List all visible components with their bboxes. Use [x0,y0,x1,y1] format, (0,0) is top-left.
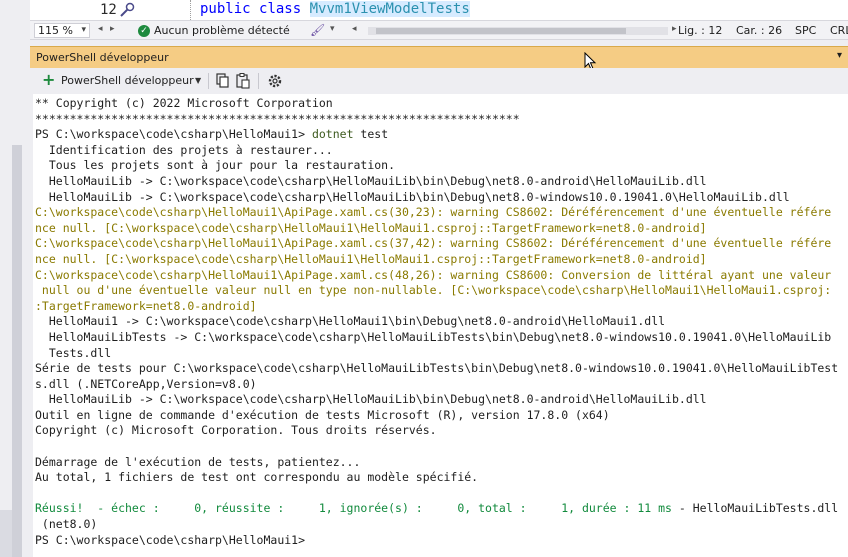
dropdown-pin-icon[interactable]: ▾ [837,50,842,61]
chevron-down-icon: ▾ [81,25,86,35]
terminal-line: PS C:\workspace\code\csharp\HelloMaui1> [35,532,306,547]
terminal-line: nce null. [C:\workspace\code\csharp\Hell… [35,251,707,266]
new-shell-button[interactable]: PowerShell développeur [61,74,194,87]
code-cleanup-icon[interactable]: 🖌 [310,23,325,37]
terminal-line: Tests.dll [35,345,112,360]
line-ending-indicator[interactable]: CRLF [830,24,848,37]
terminal-command-args: test [353,127,389,142]
terminal-line: (net8.0) [35,517,98,532]
terminal-line: C:\workspace\code\csharp\HelloMaui1\ApiP… [35,236,832,251]
chevron-down-icon[interactable]: ▾ [330,24,335,34]
terminal-line: HelloMauiLibTests -> C:\workspace\code\c… [35,329,832,344]
problems-status-text: Aucun problème détecté [154,24,290,37]
terminal-line: HelloMaui1 -> C:\workspace\code\csharp\H… [35,314,666,329]
terminal-prompt: PS C:\workspace\code\csharp\HelloMaui1> [35,127,312,142]
code-text[interactable]: public class Mvvm1ViewModelTests [200,1,470,17]
paste-icon[interactable] [234,72,252,90]
terminal-lines: ** Copyright (c) 2022 Microsoft Corporat… [35,96,838,548]
terminal-line: HelloMauiLib -> C:\workspace\code\csharp… [35,189,790,204]
chevron-down-icon[interactable]: ▼ [195,76,201,85]
horizontal-scrollbar[interactable] [368,27,668,35]
class-name[interactable]: Mvvm1ViewModelTests [309,1,470,17]
tool-window-title-bar[interactable]: PowerShell développeur ▾ [30,46,848,68]
terminal-output[interactable]: ** Copyright (c) 2022 Microsoft Corporat… [33,94,848,557]
terminal-line: Tous les projets sont à jour pour la res… [35,158,396,173]
terminal-line: ****************************************… [35,111,520,126]
terminal-line: Copyright (c) Microsoft Corporation. Tou… [35,423,437,438]
line-indicator[interactable]: Lig. : 12 [678,24,722,37]
terminal-line: HelloMauiLib -> C:\workspace\code\csharp… [35,173,707,188]
toolbar-separator [208,73,209,89]
terminal-line: HelloMauiLib -> C:\workspace\code\csharp… [35,392,707,407]
terminal-line: PS C:\workspace\code\csharp\HelloMaui1> … [35,127,838,143]
terminal-line: Outil en ligne de commande d'exécution d… [35,407,610,422]
problems-indicator[interactable]: ✓ Aucun problème détecté [138,24,290,37]
gear-icon[interactable] [266,72,284,90]
scrollbar-thumb[interactable] [376,28,626,34]
indent-guide [190,0,191,20]
terminal-line: C:\workspace\code\csharp\HelloMaui1\ApiP… [35,267,832,282]
arrow-right-icon[interactable]: ▸ [110,24,115,34]
terminal-line: null ou d'une éventuelle valeur null en … [35,283,832,298]
scroll-right-icon[interactable]: ▸ [672,24,677,34]
terminal-line: Démarrage de l'exécution de tests, patie… [35,454,361,469]
editor-status-bar: 115 % ▾ ◂ ▸ ✓ Aucun problème détecté 🖌 ▾… [30,20,848,40]
terminal-line: ** Copyright (c) 2022 Microsoft Corporat… [35,96,333,110]
whitespace-indicator[interactable]: SPC [795,24,816,37]
terminal-line: nce null. [C:\workspace\code\csharp\Hell… [35,220,707,235]
tool-window-title: PowerShell développeur [36,51,169,64]
terminal-line: Au total, 1 fichiers de test ont corresp… [35,470,479,485]
ide-left-gutter [0,0,30,557]
zoom-select[interactable]: 115 % ▾ [34,23,90,38]
terminal-line: s.dll (.NETCoreApp,Version=v8.0) [35,376,257,391]
side-scroll-strip[interactable] [12,145,22,557]
plus-icon[interactable]: + [42,71,55,89]
test-result-assembly: - HelloMauiLibTests.dll [671,501,839,516]
zoom-value: 115 % [38,24,73,37]
terminal-command: dotnet [311,127,354,142]
check-circle-icon: ✓ [138,24,150,37]
tool-window-toolbar: + PowerShell développeur ▼ [30,68,848,94]
keyword-public: public [200,1,251,17]
arrow-left-icon[interactable]: ◂ [98,24,103,34]
terminal-line: :TargetFramework=net8.0-android] [35,298,257,313]
terminal-line: Série de tests pour C:\workspace\code\cs… [35,361,839,376]
test-result-summary: Réussi! - échec : 0, réussite : 1, ignor… [35,501,672,516]
keyword-class: class [259,1,302,17]
scroll-left-icon[interactable]: ◂ [352,24,357,34]
copy-icon[interactable] [214,72,232,90]
toolbar-separator [258,73,259,89]
terminal-line: Réussi! - échec : 0, réussite : 1, ignor… [35,501,838,517]
terminal-line: Identification des projets à restaurer..… [35,142,333,157]
side-panel-edge [0,510,12,557]
column-indicator[interactable]: Car. : 26 [736,24,782,37]
code-editor-line[interactable]: 12 public class Mvvm1ViewModelTests [30,0,848,20]
line-number: 12 [100,2,117,18]
terminal-line: C:\workspace\code\csharp\HelloMaui1\ApiP… [35,205,832,220]
screwdriver-icon[interactable] [118,1,136,19]
